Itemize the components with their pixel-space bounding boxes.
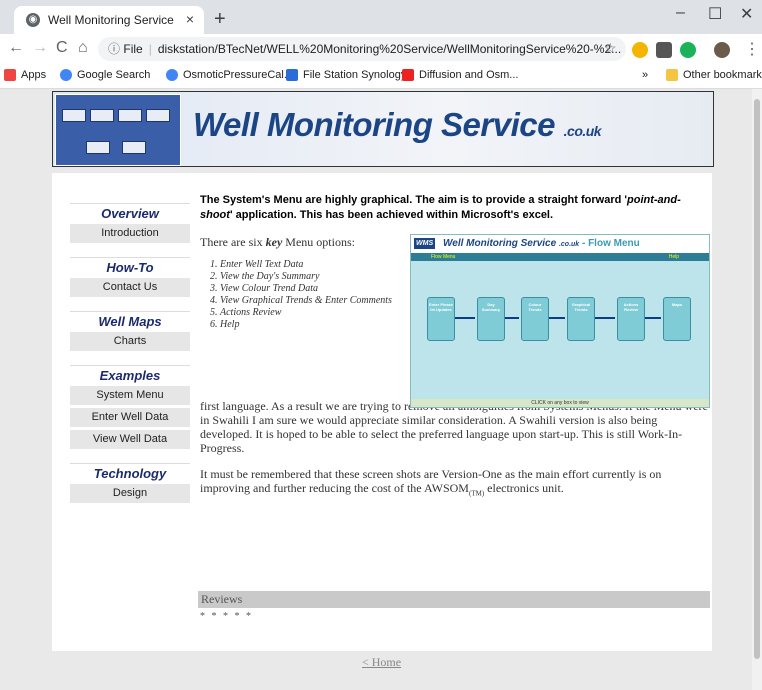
flow-box-label: Graphical Trends xyxy=(571,302,591,312)
flow-arrow xyxy=(645,317,661,319)
flow-arrow xyxy=(549,317,565,319)
browser-tab[interactable]: ◉ Well Monitoring Service × xyxy=(14,6,204,34)
address-prefix: File xyxy=(123,42,143,56)
bookmark-other[interactable]: Other bookmarks xyxy=(666,69,762,81)
forward-button[interactable]: → xyxy=(32,39,48,57)
flow-menu-screenshot: WMS Well Monitoring Service .co.uk - Flo… xyxy=(410,234,710,408)
nav-link-charts[interactable]: Charts xyxy=(70,332,190,351)
google-icon xyxy=(60,69,72,81)
menu-options-list: Enter Well Text DataView the Day's Summa… xyxy=(200,259,410,331)
bookmark-file-station[interactable]: File Station Synology xyxy=(286,69,406,81)
extension-g-icon[interactable] xyxy=(680,42,696,58)
nav-link-introduction[interactable]: Introduction xyxy=(70,224,190,243)
bookmark-star-icon[interactable]: ☆ xyxy=(604,40,617,57)
nav-heading: How-To xyxy=(70,257,190,275)
folder-icon xyxy=(666,69,678,81)
home-link[interactable]: < Home xyxy=(362,655,401,670)
youtube-icon xyxy=(402,69,414,81)
browser-toolbar: ← → C ⌂ ⓘ File | diskstation/BTecNet/WELL%… xyxy=(0,34,762,64)
maximize-button[interactable]: ☐ xyxy=(708,4,722,24)
info-icon[interactable]: ⓘ xyxy=(108,42,120,56)
address-bar[interactable]: ⓘ File | diskstation/BTecNet/WELL%20Monito… xyxy=(98,37,626,61)
apps-icon xyxy=(4,69,16,81)
nav-heading: Examples xyxy=(70,365,190,383)
menu-option: Help xyxy=(220,319,410,331)
menu-option: Actions Review xyxy=(220,307,410,319)
screenshot-footer: CLICK on any box to view xyxy=(411,399,709,407)
close-window-button[interactable]: ✕ xyxy=(740,4,753,24)
flow-box: Graphical Trends xyxy=(567,297,595,341)
flow-box: Actions Review xyxy=(617,297,645,341)
extension-icon[interactable] xyxy=(632,42,648,58)
google-icon xyxy=(166,69,178,81)
tab-close-icon[interactable]: × xyxy=(186,11,194,27)
reload-button[interactable]: C xyxy=(56,39,68,57)
flow-box-label: Actions Review xyxy=(623,302,639,312)
side-navigation: Overview Introduction How-To Contact Us Well… xyxy=(70,195,190,503)
flow-box-label: Maps xyxy=(671,302,683,307)
dsm-icon xyxy=(286,69,298,81)
url-text: diskstation/BTecNet/WELL%20Monitoring%20… xyxy=(157,42,622,56)
home-button[interactable]: ⌂ xyxy=(78,39,88,57)
flow-box-label: Enter Please let Updates xyxy=(428,302,453,312)
bookmarks-overflow[interactable]: » xyxy=(642,69,648,81)
scrollbar-thumb[interactable] xyxy=(754,99,760,659)
nav-heading: Overview xyxy=(70,203,190,221)
minimize-button[interactable]: – xyxy=(676,4,685,22)
flow-box: Maps xyxy=(663,297,691,341)
flow-arrow xyxy=(595,317,615,319)
page-viewport: Well Monitoring Service .co.uk Overview I… xyxy=(0,89,752,690)
flow-box: Colour Trends xyxy=(521,297,549,341)
avatar[interactable] xyxy=(714,42,730,58)
menu-kebab-icon[interactable]: ⋮ xyxy=(744,39,760,59)
nav-link-view-well-data[interactable]: View Well Data xyxy=(70,430,190,449)
bookmark-apps[interactable]: Apps xyxy=(4,69,46,81)
nav-link-enter-well-data[interactable]: Enter Well Data xyxy=(70,408,190,427)
flow-box: Day Summary xyxy=(477,297,505,341)
tab-strip: ◉ Well Monitoring Service × + – ☐ ✕ xyxy=(0,0,762,34)
flow-box-label: Day Summary xyxy=(481,302,501,312)
version-paragraph: It must be remembered that these screen … xyxy=(200,467,662,498)
nav-link-design[interactable]: Design xyxy=(70,484,190,503)
bookmarks-bar: Apps Google Search OsmoticPressureCal...… xyxy=(0,64,762,89)
reviews-heading: Reviews xyxy=(198,591,710,608)
nav-heading: Technology xyxy=(70,463,190,481)
nav-link-contact-us[interactable]: Contact Us xyxy=(70,278,190,297)
menu-option: Enter Well Text Data xyxy=(220,259,410,271)
flow-box-label: Colour Trends xyxy=(528,302,542,312)
back-button[interactable]: ← xyxy=(8,39,24,57)
tab-title: Well Monitoring Service xyxy=(48,13,174,27)
screenshot-menu-bar: Flow Menu Help xyxy=(411,253,709,261)
nav-link-system-menu[interactable]: System Menu xyxy=(70,386,190,405)
screenshot-header: WMS Well Monitoring Service .co.uk - Flo… xyxy=(411,235,709,253)
bookmark-osmotic[interactable]: OsmoticPressureCal... xyxy=(166,69,293,81)
flow-box: Enter Please let Updates xyxy=(427,297,455,341)
bookmark-diffusion[interactable]: Diffusion and Osm... xyxy=(402,69,518,81)
nav-heading: Well Maps xyxy=(70,311,190,329)
site-title: Well Monitoring Service .co.uk xyxy=(193,106,602,143)
banner-diagram xyxy=(55,94,181,166)
extension-help-icon[interactable] xyxy=(656,42,672,58)
flow-arrow xyxy=(455,317,475,319)
site-banner: Well Monitoring Service .co.uk xyxy=(52,91,714,167)
globe-icon: ◉ xyxy=(26,13,40,27)
review-stars: * * * * * xyxy=(200,611,253,622)
scrollbar[interactable] xyxy=(752,89,762,690)
menu-option: View Colour Trend Data xyxy=(220,283,410,295)
menu-option: View the Day's Summary xyxy=(220,271,410,283)
menu-option: View Graphical Trends & Enter Comments xyxy=(220,295,410,307)
flow-arrow xyxy=(505,317,519,319)
bookmark-google-search[interactable]: Google Search xyxy=(60,69,150,81)
new-tab-button[interactable]: + xyxy=(214,8,226,31)
intro-paragraph: The System's Menu are highly graphical. … xyxy=(200,194,681,221)
